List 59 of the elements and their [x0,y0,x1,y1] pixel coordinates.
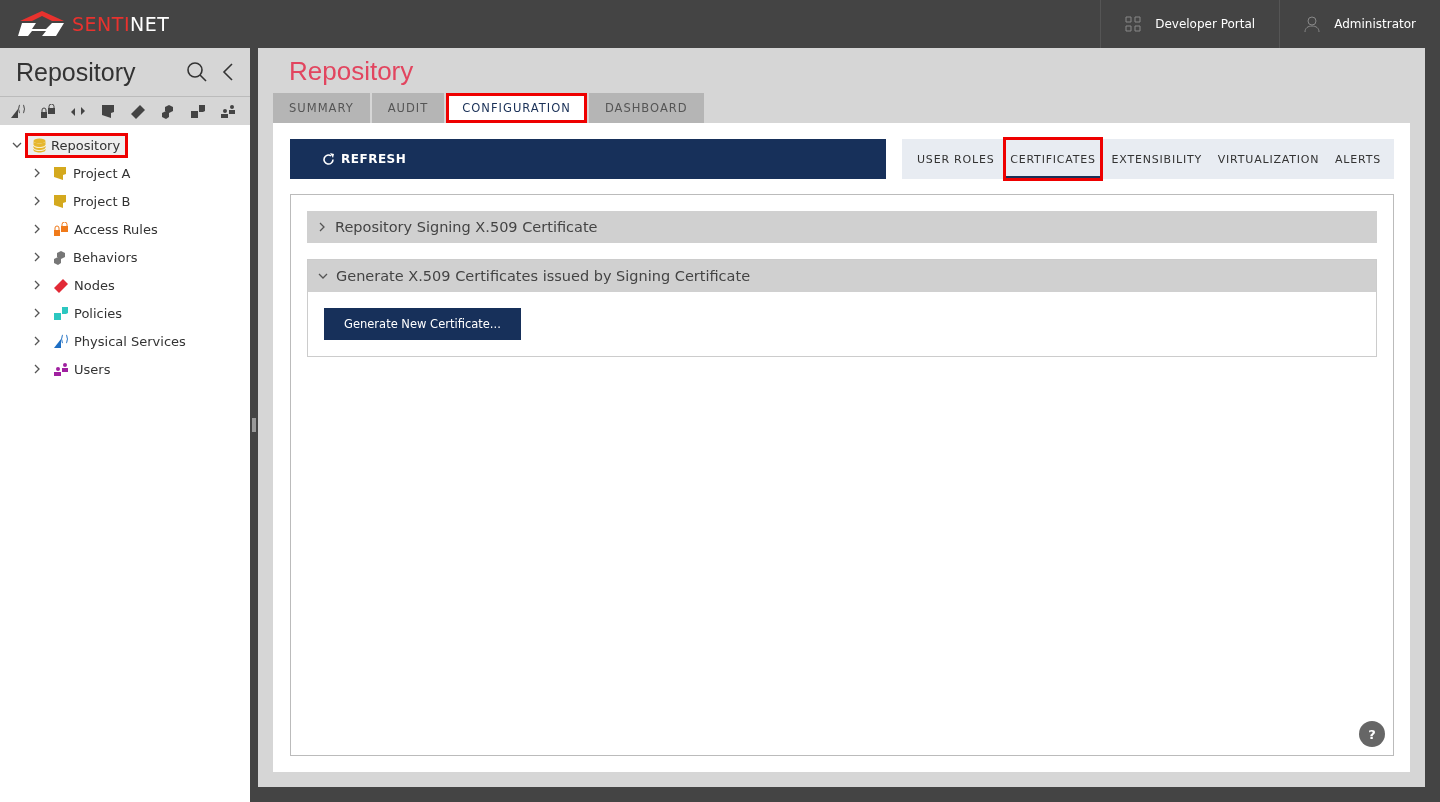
subtab[interactable]: CERTIFICATES [1005,139,1101,179]
subtab[interactable]: EXTENSIBILITY [1106,139,1207,179]
collapse-button[interactable] [222,63,234,81]
hexagons-icon [53,249,68,265]
squares-icon [190,103,206,119]
tree-item[interactable]: Project A [48,163,136,183]
grid-icon [1125,16,1142,32]
tree-item[interactable]: Project B [48,191,136,211]
expand-chevron-icon[interactable] [32,168,42,178]
tab[interactable]: SUMMARY [273,93,370,123]
expand-chevron-icon[interactable] [32,224,42,234]
users-icon [220,103,236,119]
generate-button[interactable]: Generate New Certificate... [324,308,521,340]
collapse-chevron-icon[interactable] [12,140,22,150]
subtab[interactable]: ALERTS [1330,139,1386,179]
tree-item[interactable]: Physical Services [48,331,191,351]
splitter-handle[interactable] [252,418,256,432]
squares-icon [53,305,69,321]
accordion-header[interactable]: Repository Signing X.509 Certificate [307,211,1377,243]
tree-item[interactable]: Access Rules [48,219,163,239]
user-icon [1304,16,1321,32]
folder-icon [53,165,68,181]
expand-chevron-icon[interactable] [32,364,42,374]
expand-chevron-icon[interactable] [32,196,42,206]
tab[interactable]: AUDIT [371,93,445,123]
tab[interactable]: CONFIGURATION [446,93,587,123]
tree-item[interactable]: Users [48,359,116,379]
sidebar-title: Repository [16,57,137,87]
diamond-icon [130,103,146,119]
users-icon [53,361,69,377]
refresh-button[interactable]: REFRESH [290,139,886,179]
collapse-chevron-icon[interactable] [318,271,328,281]
refresh-icon [322,152,335,166]
expand-chevron-icon[interactable] [32,336,42,346]
search-button[interactable] [186,61,208,83]
database-icon [33,137,46,153]
folder-icon [100,103,116,119]
hexagons-icon [160,103,176,119]
expand-chevron-icon[interactable] [32,308,42,318]
lock-icon [40,103,56,119]
subtab[interactable]: USER ROLES [912,139,1000,179]
subtab[interactable]: VIRTUALIZATION [1212,139,1325,179]
tree-item[interactable]: Repository [28,135,126,155]
triangle-braces-icon [53,333,69,349]
page-title: Repository [289,56,415,87]
accordion-header[interactable]: Generate X.509 Certificates issued by Signing Certificate [308,260,1376,292]
expand-chevron-icon[interactable] [32,252,42,262]
tree-item[interactable]: Nodes [48,275,120,295]
expand-chevron-icon[interactable] [317,222,327,232]
tree-item[interactable]: Behaviors [48,247,143,267]
triangle-braces-icon [10,103,26,119]
lock-icon [53,221,69,237]
expand-chevron-icon[interactable] [32,280,42,290]
tree-item[interactable]: Policies [48,303,128,323]
help-button[interactable]: ? [1359,721,1385,747]
diamond-icon [53,277,69,293]
folder-icon [53,193,68,209]
tab[interactable]: DASHBOARD [588,93,704,123]
logo-text: SENTI NET [72,13,170,35]
